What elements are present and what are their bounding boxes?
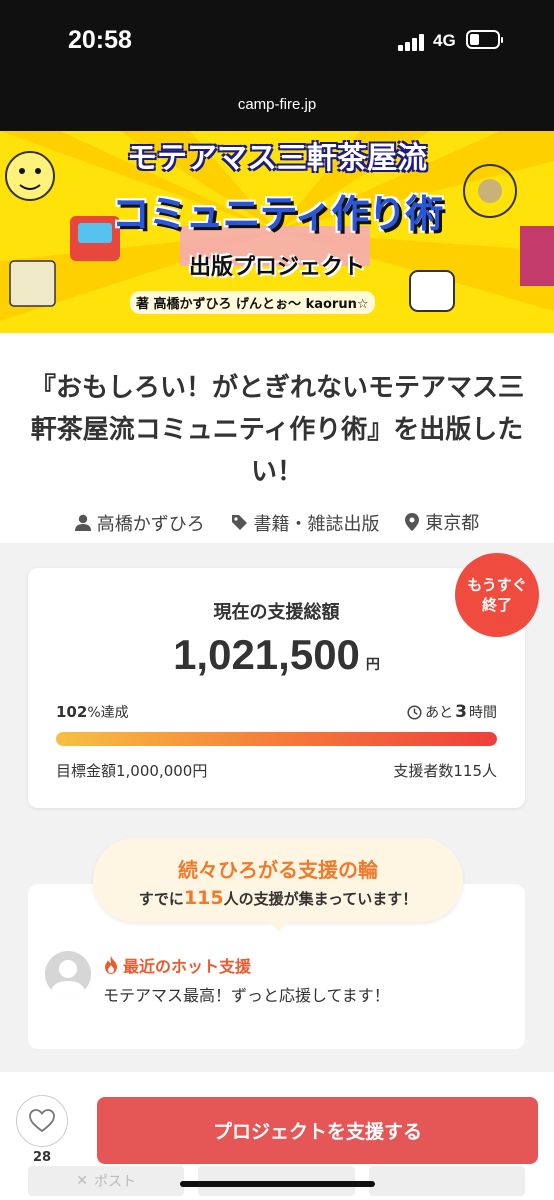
hero-title-line3: 出版プロジェクト xyxy=(188,255,365,280)
signal-icon xyxy=(398,33,428,51)
funding-progress-bar xyxy=(56,732,497,746)
bubble-prefix: すでに xyxy=(138,890,184,908)
home-indicator xyxy=(180,1181,375,1187)
url-text: camp-fire.jp xyxy=(237,96,317,113)
hot-support-comment: モテアマス最高！ずっと応援してます！ xyxy=(103,986,390,1005)
funding-summary-card: 現在の支援総額 1,021,500 円 102%達成 あと 3 時間 目標金額1,00… xyxy=(28,568,525,808)
default-avatar-icon xyxy=(50,960,86,997)
supporter-count: 支援者数115人 xyxy=(393,762,497,780)
hero-title-line1: モテアマス三軒茶屋流 xyxy=(127,141,427,176)
bubble-suffix: 人の支援が集まっています！ xyxy=(223,890,418,908)
funding-label: 現在の支援総額 xyxy=(213,602,340,623)
status-bar: 20:58 4G xyxy=(0,0,554,86)
location-pin-icon xyxy=(405,513,420,531)
funding-progress-fill xyxy=(56,732,497,746)
project-meta: 高橋かずひろ 書籍・雑誌出版 東京都 xyxy=(0,509,554,536)
share-post-button[interactable]: ✕ ポスト xyxy=(28,1166,185,1196)
bubble-subtitle: すでに115人の支援が集まっています！ xyxy=(93,887,463,909)
achievement-value: 102 xyxy=(56,703,88,721)
hot-support-label-row: 最近のホット支援 xyxy=(103,953,251,977)
funding-amount-unit: 円 xyxy=(365,657,380,673)
funding-amount-value: 1,021,500 xyxy=(173,631,360,678)
remaining-prefix: あと xyxy=(425,705,454,721)
achievement-suffix: %達成 xyxy=(87,705,129,721)
badge-line2: 終了 xyxy=(481,596,512,614)
tag-icon xyxy=(231,515,247,530)
funding-goal: 目標金額1,000,000円 xyxy=(56,762,208,780)
project-title: 『おもしろい！がとぎれないモテアマス三軒茶屋流コミュニティ作り術』を出版したい！ xyxy=(30,373,525,487)
achievement-rate: 102%達成 xyxy=(56,702,129,722)
battery-icon xyxy=(466,30,503,49)
flame-icon xyxy=(105,956,117,974)
hero-title-line2: コミュニティ作り術 xyxy=(111,192,444,236)
hot-support-label: 最近のホット支援 xyxy=(123,957,252,976)
x-icon: ✕ xyxy=(76,1173,89,1189)
avatar xyxy=(45,951,91,997)
ending-soon-badge: もうすぐ 終了 xyxy=(455,553,539,637)
user-icon xyxy=(74,514,91,531)
heart-icon xyxy=(29,1109,55,1133)
bubble-count: 115 xyxy=(183,887,224,909)
clock-icon xyxy=(407,704,422,720)
owner-name: 高橋かずひろ xyxy=(96,513,205,535)
location-name: 東京都 xyxy=(425,513,480,534)
hero-authors: 著 高橋かずひろ げんとぉ〜 kaorun☆ xyxy=(130,291,375,314)
project-header: 『おもしろい！がとぎれないモテアマス三軒茶屋流コミュニティ作り術』を出版したい！… xyxy=(0,333,554,543)
like-button[interactable] xyxy=(16,1095,68,1147)
status-time: 20:58 xyxy=(68,26,132,54)
bubble-title: 続々ひろがる支援の輪 xyxy=(178,858,378,882)
share-post-label: ポスト xyxy=(94,1174,137,1190)
project-category[interactable]: 書籍・雑誌出版 xyxy=(231,510,380,536)
address-bar[interactable]: camp-fire.jp xyxy=(0,86,554,131)
project-location[interactable]: 東京都 xyxy=(405,509,479,535)
time-remaining: あと 3 時間 xyxy=(407,702,497,722)
share-button-3[interactable] xyxy=(368,1166,525,1196)
remaining-suffix: 時間 xyxy=(469,705,497,721)
hero-banner: モテアマス三軒茶屋流 コミュニティ作り術 出版プロジェクト 著 高橋かずひろ げ… xyxy=(0,131,554,333)
like-count: 28 xyxy=(32,1150,52,1165)
remaining-value: 3 xyxy=(455,702,467,722)
funding-amount: 1,021,500 円 xyxy=(28,631,525,679)
project-owner[interactable]: 高橋かずひろ xyxy=(74,510,205,536)
category-name: 書籍・雑誌出版 xyxy=(253,513,380,535)
support-project-button[interactable]: プロジェクトを支援する xyxy=(97,1097,538,1164)
badge-line1: もうすぐ xyxy=(467,576,527,594)
network-type: 4G xyxy=(433,31,456,50)
support-bubble: 続々ひろがる支援の輪 すでに115人の支援が集まっています！ xyxy=(93,838,463,932)
